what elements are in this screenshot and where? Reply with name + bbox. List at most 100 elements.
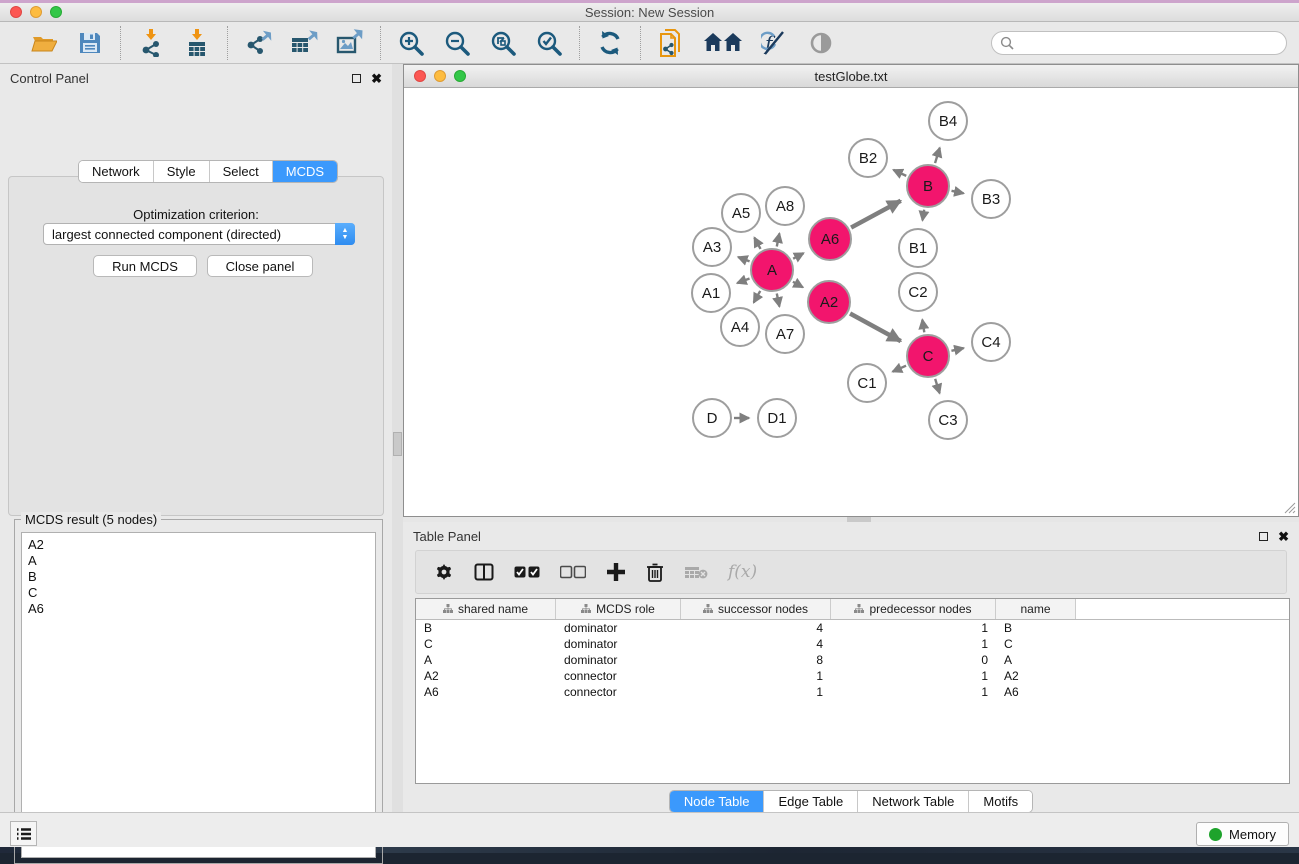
- table-cell[interactable]: 4: [681, 620, 831, 636]
- delete-table-button[interactable]: [684, 564, 708, 580]
- table-cell[interactable]: C: [416, 636, 556, 652]
- show-column-button[interactable]: [474, 562, 494, 582]
- deselect-all-button[interactable]: [560, 565, 586, 579]
- graph-edge-A-A3[interactable]: [738, 257, 749, 261]
- graph-edge-B-B2[interactable]: [893, 170, 906, 176]
- tab-network[interactable]: Network: [79, 161, 154, 182]
- graph-node-B4[interactable]: B4: [929, 102, 967, 140]
- graph-node-A1[interactable]: A1: [692, 274, 730, 312]
- first-neighbors-button[interactable]: [703, 29, 743, 57]
- column-header[interactable]: successor nodes: [681, 599, 831, 619]
- tab-motifs[interactable]: Motifs: [969, 791, 1032, 812]
- graph-node-C3[interactable]: C3: [929, 401, 967, 439]
- table-cell[interactable]: connector: [556, 668, 681, 684]
- float-table-panel-icon[interactable]: [1259, 532, 1268, 541]
- graph-node-A7[interactable]: A7: [766, 315, 804, 353]
- mcds-result-item[interactable]: A: [22, 552, 375, 568]
- resize-grip-icon[interactable]: [1284, 502, 1296, 514]
- graph-edge-A-A1[interactable]: [737, 278, 749, 283]
- mcds-result-list[interactable]: A2ABCA6: [21, 532, 376, 858]
- run-mcds-button[interactable]: Run MCDS: [93, 255, 197, 277]
- graph-edge-C-C3[interactable]: [935, 379, 939, 393]
- graph-edge-C-C2[interactable]: [922, 320, 924, 333]
- import-table-button[interactable]: [183, 29, 211, 57]
- table-cell[interactable]: A2: [996, 668, 1076, 684]
- delete-column-button[interactable]: [646, 562, 664, 582]
- tab-select[interactable]: Select: [210, 161, 273, 182]
- column-header[interactable]: shared name: [416, 599, 556, 619]
- graph-edge-B-B4[interactable]: [935, 148, 940, 163]
- table-cell[interactable]: dominator: [556, 652, 681, 668]
- search-input[interactable]: [1020, 36, 1278, 50]
- import-network-button[interactable]: [137, 29, 165, 57]
- close-table-panel-icon[interactable]: ✖: [1278, 530, 1289, 543]
- apply-layout-button[interactable]: [596, 29, 624, 57]
- float-panel-icon[interactable]: [352, 74, 361, 83]
- tab-edge-table[interactable]: Edge Table: [764, 791, 858, 812]
- table-cell[interactable]: A2: [416, 668, 556, 684]
- graph-edge-A-A4[interactable]: [754, 291, 761, 303]
- graph-edge-A-A2[interactable]: [793, 282, 803, 288]
- zoom-selected-button[interactable]: [535, 29, 563, 57]
- table-cell[interactable]: A6: [996, 684, 1076, 700]
- graph-edge-A-A6[interactable]: [793, 253, 803, 259]
- graph-node-A8[interactable]: A8: [766, 187, 804, 225]
- graph-edge-A-A5[interactable]: [754, 238, 760, 249]
- column-header[interactable]: predecessor nodes: [831, 599, 996, 619]
- graph-node-B1[interactable]: B1: [899, 229, 937, 267]
- graph-edge-A2-C[interactable]: [850, 313, 901, 341]
- table-cell[interactable]: 1: [831, 620, 996, 636]
- graph-edge-B-B3[interactable]: [952, 191, 964, 193]
- open-file-button[interactable]: [30, 29, 58, 57]
- table-cell[interactable]: A6: [416, 684, 556, 700]
- graph-node-C1[interactable]: C1: [848, 364, 886, 402]
- graph-node-C2[interactable]: C2: [899, 273, 937, 311]
- zoom-in-button[interactable]: [397, 29, 425, 57]
- tab-style[interactable]: Style: [154, 161, 210, 182]
- clone-network-button[interactable]: [657, 29, 685, 57]
- table-cell[interactable]: 1: [831, 636, 996, 652]
- mcds-result-item[interactable]: A6: [22, 600, 375, 616]
- mcds-result-item[interactable]: B: [22, 568, 375, 584]
- graph-edge-B-B1[interactable]: [922, 210, 924, 221]
- table-cell[interactable]: 0: [831, 652, 996, 668]
- graph-node-D1[interactable]: D1: [758, 399, 796, 437]
- close-panel-button[interactable]: Close panel: [207, 255, 313, 277]
- vertical-splitter[interactable]: [392, 64, 403, 812]
- graph-edge-A-A8[interactable]: [777, 233, 780, 246]
- graph-node-B3[interactable]: B3: [972, 180, 1010, 218]
- tab-network-table[interactable]: Network Table: [858, 791, 969, 812]
- tab-mcds[interactable]: MCDS: [273, 161, 337, 182]
- table-cell[interactable]: A: [416, 652, 556, 668]
- add-column-button[interactable]: [606, 562, 626, 582]
- close-panel-icon[interactable]: ✖: [371, 72, 382, 85]
- show-graphics-details-button[interactable]: [807, 29, 835, 57]
- graph-node-B[interactable]: B: [907, 165, 949, 207]
- table-cell[interactable]: B: [416, 620, 556, 636]
- table-cell[interactable]: dominator: [556, 636, 681, 652]
- table-row[interactable]: A2connector11A2: [416, 668, 1289, 684]
- table-cell[interactable]: 4: [681, 636, 831, 652]
- table-row[interactable]: Adominator80A: [416, 652, 1289, 668]
- column-header[interactable]: MCDS role: [556, 599, 681, 619]
- graph-edge-C-C4[interactable]: [951, 348, 963, 351]
- network-canvas[interactable]: AA1A3A5A8A4A7A6A2BB1B2B3B4CC1C2C3C4DD1: [404, 88, 1298, 516]
- save-session-button[interactable]: [76, 29, 104, 57]
- graph-edge-A-A7[interactable]: [777, 294, 780, 307]
- graph-node-C4[interactable]: C4: [972, 323, 1010, 361]
- table-row[interactable]: Bdominator41B: [416, 620, 1289, 636]
- graph-edge-C-C1[interactable]: [893, 366, 906, 372]
- column-header[interactable]: name: [996, 599, 1076, 619]
- vertical-splitter-handle[interactable]: [393, 432, 402, 456]
- export-image-button[interactable]: [336, 29, 364, 57]
- table-options-button[interactable]: [434, 562, 454, 582]
- table-cell[interactable]: A: [996, 652, 1076, 668]
- toolbar-search[interactable]: [991, 31, 1287, 55]
- table-cell[interactable]: dominator: [556, 620, 681, 636]
- zoom-fit-button[interactable]: [489, 29, 517, 57]
- table-cell[interactable]: 1: [831, 684, 996, 700]
- table-cell[interactable]: 1: [681, 668, 831, 684]
- graph-node-A6[interactable]: A6: [809, 218, 851, 260]
- graph-node-A2[interactable]: A2: [808, 281, 850, 323]
- tab-node-table[interactable]: Node Table: [670, 791, 765, 812]
